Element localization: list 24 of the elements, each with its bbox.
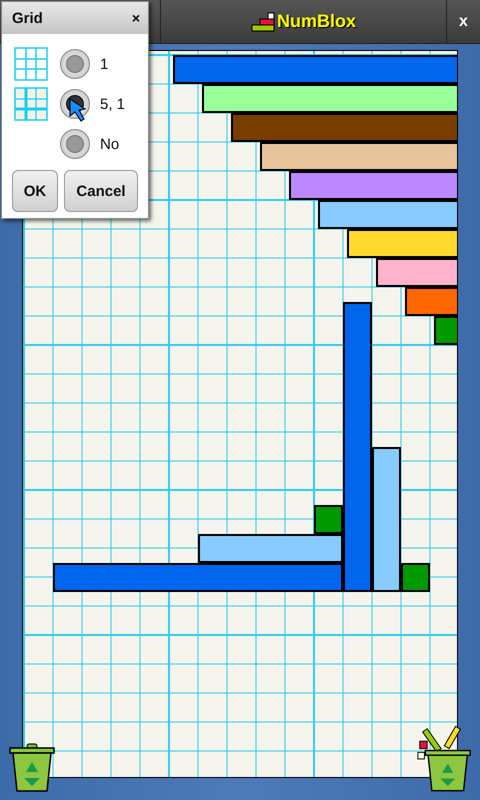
- number-rod[interactable]: [372, 447, 401, 592]
- dialog-title: Grid: [12, 10, 43, 26]
- stair-blocks-icon: [250, 12, 275, 32]
- grid-icon: [14, 87, 48, 121]
- number-rod[interactable]: [260, 142, 457, 171]
- option-label: No: [100, 136, 120, 152]
- option-label: 5, 1: [100, 96, 126, 112]
- ok-button[interactable]: OK: [12, 170, 58, 212]
- number-rod[interactable]: [202, 84, 457, 113]
- recycle-bin-icon[interactable]: [7, 742, 57, 792]
- number-rod[interactable]: [289, 171, 457, 200]
- close-button[interactable]: ×: [132, 10, 140, 26]
- number-rod[interactable]: [347, 229, 457, 258]
- radio-button[interactable]: [60, 49, 90, 79]
- app-title: NumBlox: [276, 11, 356, 32]
- number-rod[interactable]: [376, 258, 457, 287]
- grid-icon: [14, 47, 48, 81]
- option-label: 1: [100, 56, 108, 72]
- cancel-button[interactable]: Cancel: [64, 170, 138, 212]
- number-rod[interactable]: [405, 287, 457, 316]
- radio-button[interactable]: [60, 129, 90, 159]
- number-rod[interactable]: [318, 200, 457, 229]
- number-rod[interactable]: [198, 534, 343, 564]
- pointer-icon: [68, 98, 88, 122]
